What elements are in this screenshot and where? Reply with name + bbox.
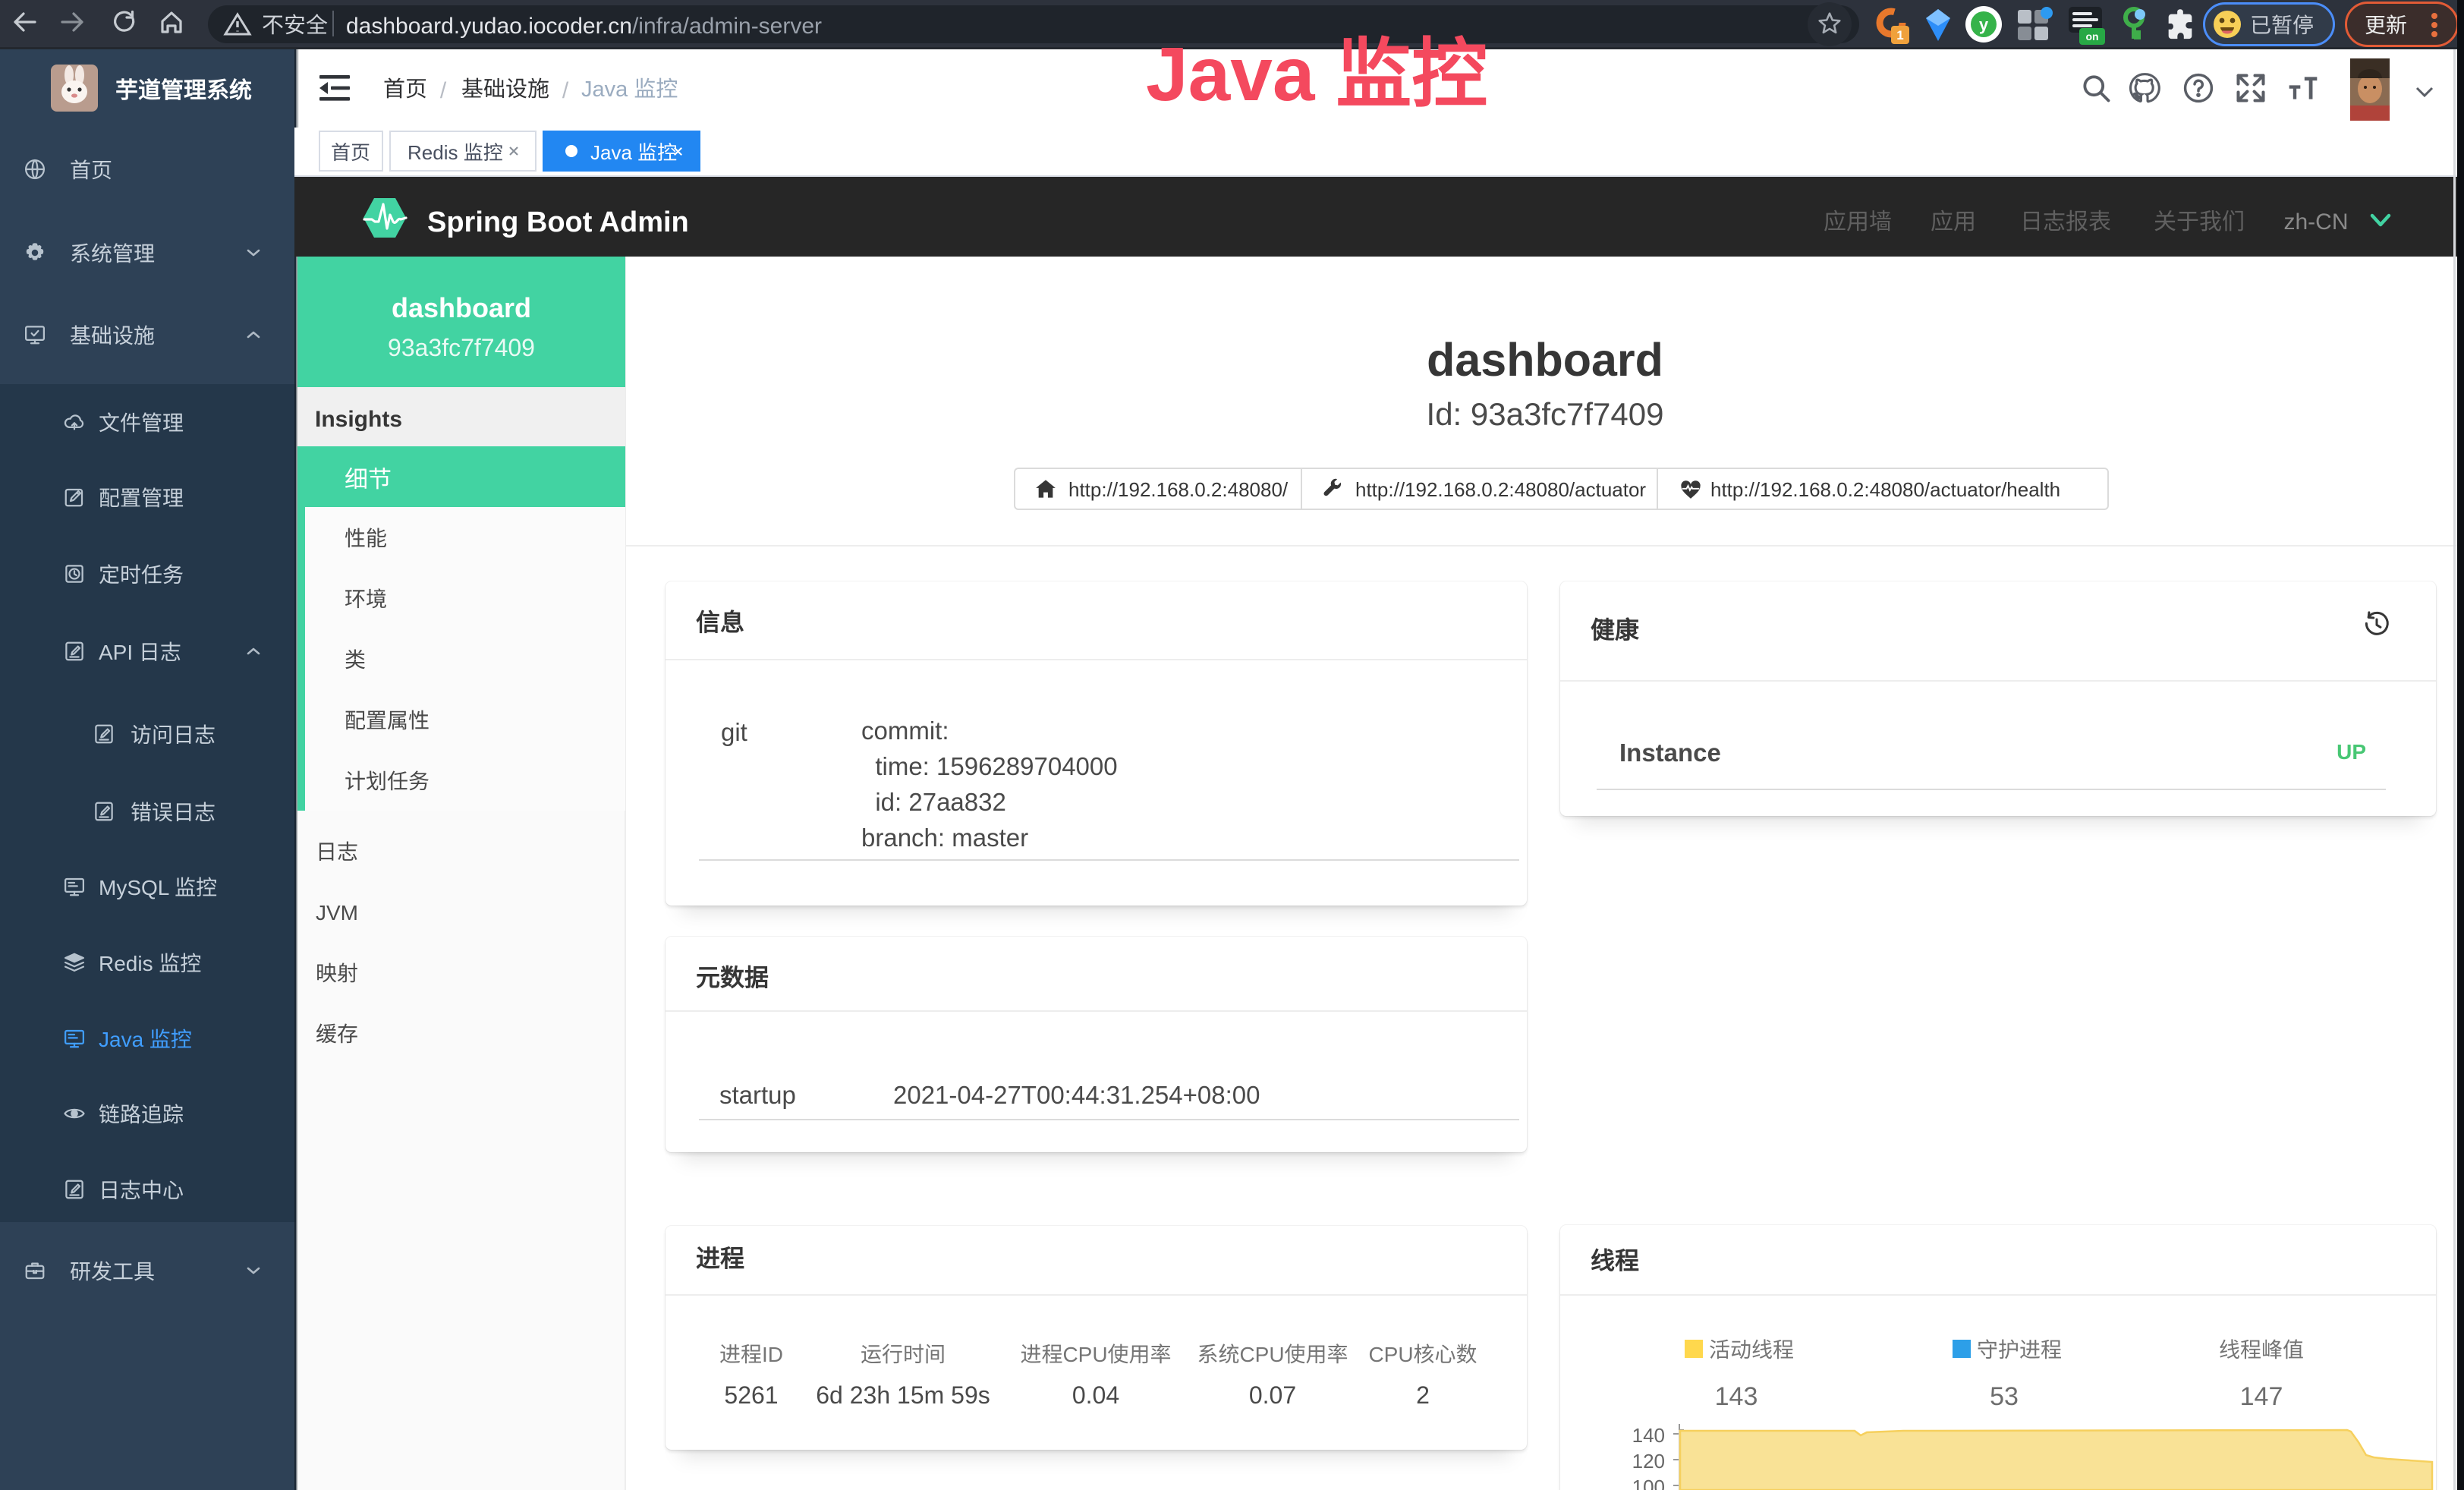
svg-text:on: on: [2085, 29, 2098, 44]
svg-text:1: 1: [1896, 24, 1903, 43]
svg-text:y: y: [1979, 11, 1989, 36]
